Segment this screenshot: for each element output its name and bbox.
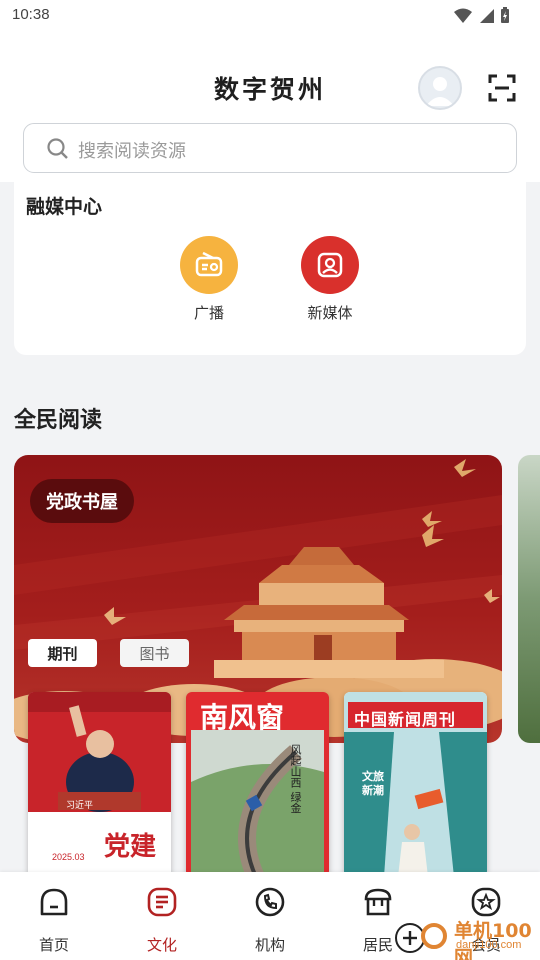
new-media-icon [301,236,359,294]
watermark-url: danji100.com [456,939,522,951]
media-center-card: 融媒中心 广播 新媒体 [14,180,526,355]
book-leader: 习近平 [66,801,94,811]
watermark: 单机100网 danji100.com [392,912,540,960]
book-masthead: 南风窗 [200,701,285,734]
card-tag: 党政书屋 [30,479,134,523]
media-item-new-media[interactable]: 新媒体 [290,236,370,323]
resident-icon [364,888,392,916]
book-subtitle: 文旅新潮 [362,770,384,797]
book-cover-china-newsweek[interactable]: 中国新闻周刊 文旅新潮 [344,692,487,877]
media-item-label: 广播 [193,304,224,322]
search-placeholder: 搜索阅读资源 [78,141,186,162]
watermark-text: 单机100网 [454,920,532,960]
institution-icon [255,887,285,917]
status-bar: 10:38 [0,0,540,32]
book-cover-nanfengchuang[interactable]: 南风窗 风起山西 绿金 [186,692,329,877]
reading-section-title: 全民阅读 [14,408,103,433]
card-tag-label: 党政书屋 [46,492,118,513]
nav-label: 机构 [254,936,285,954]
nav-culture[interactable]: 文化 [122,886,202,955]
next-card-peek[interactable] [518,455,540,743]
culture-icon [147,887,177,917]
status-icons [454,7,510,24]
search-icon [47,138,68,159]
nav-label: 首页 [38,936,69,954]
nav-institution[interactable]: 机构 [230,886,310,955]
nav-home[interactable]: 首页 [14,886,94,955]
tab-books[interactable]: 图书 [120,639,189,667]
nav-label: 文化 [146,936,177,954]
book-subtitle: 风起山西 绿金 [289,744,302,814]
book-issue: 2025.03 [52,852,85,862]
home-icon [40,888,68,916]
wifi-icon [454,8,472,23]
media-item-label: 新媒体 [307,304,353,322]
signal-icon [480,8,494,23]
book-masthead: 党建 [104,832,157,862]
avatar[interactable] [418,66,462,110]
media-center-title: 融媒中心 [26,196,103,218]
book-masthead: 中国新闻周刊 [354,710,457,729]
media-item-radio[interactable]: 广播 [169,236,249,323]
header: 数字贺州 搜索阅读资源 [0,32,540,182]
tab-periodicals[interactable]: 期刊 [28,639,97,667]
scan-icon[interactable] [488,74,516,102]
user-avatar-icon [426,77,454,106]
status-time: 10:38 [12,6,50,23]
radio-icon [180,236,238,294]
search-bar[interactable]: 搜索阅读资源 [23,123,517,173]
watermark-logo-icon [395,923,447,953]
battery-icon [501,7,509,23]
book-cover-dangjian[interactable]: 党建 习近平 2025.03 [28,692,171,877]
